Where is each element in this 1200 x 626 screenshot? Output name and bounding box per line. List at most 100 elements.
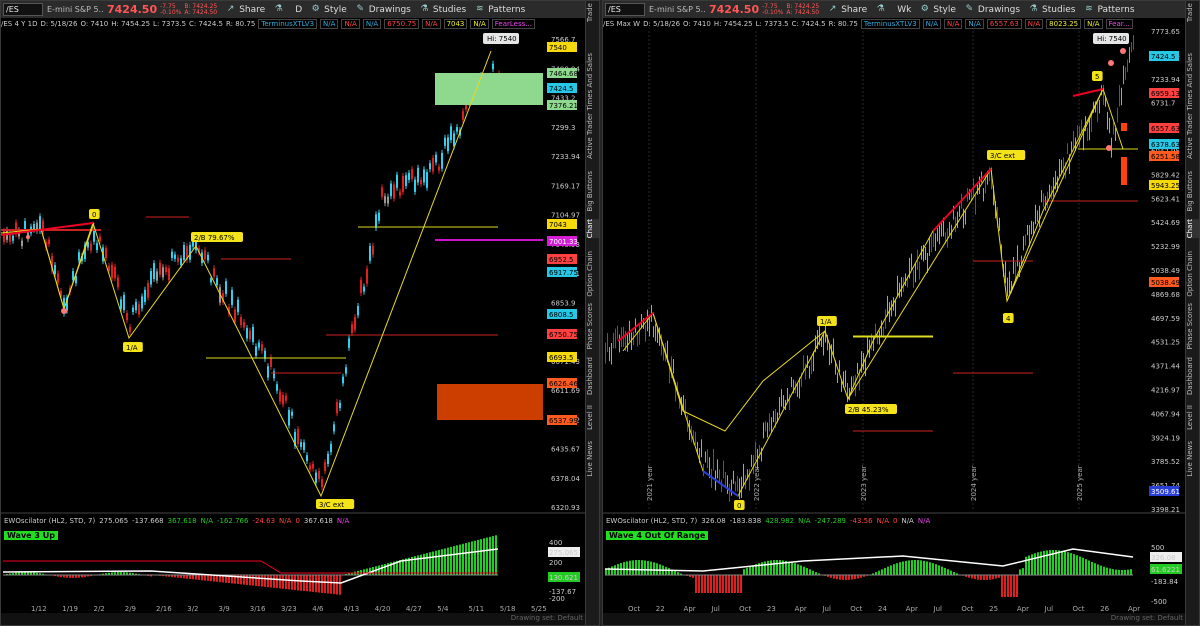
osc-bar	[836, 575, 838, 580]
price-tag-label: 6917.75	[549, 269, 578, 277]
osc-bar	[944, 567, 946, 575]
side-tab-chart[interactable]: Chart	[586, 219, 599, 239]
side-tab-level-ii[interactable]: Level II	[586, 405, 599, 430]
candle	[405, 175, 407, 186]
candle	[955, 219, 956, 230]
osc-bar	[764, 561, 766, 575]
side-tab-big-buttons[interactable]: Big Buttons	[1186, 171, 1199, 212]
osc-bar	[878, 570, 880, 575]
drawing-set-label[interactable]: Drawing set: Default	[511, 614, 583, 622]
time-axis: Oct 22 Apr Jul Oct 23 Apr Jul Oct 24 Apr Jul Oct 25 Ap…	[628, 605, 1140, 613]
candle	[1077, 128, 1078, 135]
osc-value: N/A	[876, 517, 889, 525]
side-tab-live-news[interactable]: Live News	[1186, 441, 1199, 476]
candle	[417, 167, 419, 183]
side-tab-phase-scores[interactable]: Phase Scores	[1186, 303, 1199, 349]
side-tab-live-news[interactable]: Live News	[586, 441, 599, 476]
candle	[1059, 161, 1060, 174]
price-tag-label: 6959.13	[1151, 90, 1180, 98]
price-axis-label: 5623.41	[1151, 195, 1180, 203]
osc-bar	[926, 561, 928, 575]
side-tab-active-trader[interactable]: Active Trader	[586, 113, 599, 159]
candle	[823, 337, 824, 353]
osc-bar	[935, 564, 937, 575]
wave-label: 0	[737, 502, 741, 510]
osc-bar	[851, 575, 853, 580]
candle	[360, 279, 362, 294]
candle	[697, 444, 698, 452]
workspace: E-mini S&P 5... 7424.50 -7.75-0.10% B: 7…	[0, 0, 1200, 626]
price-axis-label: 4697.59	[1151, 315, 1180, 323]
candle	[799, 380, 800, 396]
time-axis-label: Apr	[795, 605, 807, 613]
side-tab-active-trader[interactable]: Active Trader	[1186, 113, 1199, 159]
side-tab-chart[interactable]: Chart	[1186, 219, 1199, 239]
candle	[925, 250, 926, 257]
osc-bar	[1085, 559, 1087, 575]
osc-bar	[1130, 569, 1132, 575]
oscillator-axis: 500 326.08 61.6221 -183.84 -500	[1150, 544, 1182, 606]
price-tag-label: 6537.99	[549, 417, 578, 425]
candle	[1015, 265, 1016, 279]
daily-price-chart[interactable]: 02/B 79.67%1/A3/C ext 7566.77498.947433.…	[1, 1, 587, 626]
zone-marker	[1121, 123, 1127, 131]
osc-bar	[992, 575, 994, 580]
candle	[78, 252, 80, 261]
candle	[336, 401, 338, 414]
osc-bar	[707, 575, 709, 593]
drawing-set-label[interactable]: Drawing set: Default	[1111, 614, 1183, 622]
candle	[1033, 224, 1034, 233]
side-tab-trade[interactable]: Trade	[1186, 3, 1199, 22]
candle	[771, 420, 772, 429]
candle	[773, 413, 774, 420]
candle	[408, 172, 410, 180]
candle	[177, 257, 179, 262]
pivot-dot	[1108, 60, 1114, 66]
osc-bar	[435, 550, 437, 575]
osc-axis-label: 200	[549, 559, 562, 567]
side-tab-option-chain[interactable]: Option Chain	[1186, 251, 1199, 297]
osc-bar	[899, 562, 901, 575]
side-tab-level-ii[interactable]: Level II	[1186, 405, 1199, 430]
osc-bar	[450, 546, 452, 575]
candle	[423, 169, 425, 183]
candle	[171, 251, 173, 259]
side-tab-times-and-sales[interactable]: Times And Sales	[1186, 53, 1199, 111]
candle	[895, 302, 896, 314]
candle	[1087, 130, 1088, 139]
osc-value: N/A	[279, 517, 292, 525]
side-tab-dashboard[interactable]: Dashboard	[1186, 357, 1199, 395]
osc-bar	[249, 575, 251, 586]
candle	[933, 232, 934, 245]
osc-bar	[770, 560, 772, 575]
side-tab-phase-scores[interactable]: Phase Scores	[586, 303, 599, 349]
candle	[777, 415, 778, 420]
side-tab-big-buttons[interactable]: Big Buttons	[586, 171, 599, 212]
candle	[48, 239, 50, 245]
osc-bar	[276, 575, 278, 589]
osc-bar	[644, 560, 646, 575]
candle	[1131, 45, 1132, 50]
wave-label: 5	[1095, 73, 1099, 81]
side-tab-trade[interactable]: Trade	[586, 3, 599, 22]
candle	[303, 442, 305, 450]
osc-bar	[725, 575, 727, 593]
price-axis-label: 3785.52	[1151, 458, 1180, 466]
price-tag-label: 7424.5	[1151, 53, 1176, 61]
side-tab-dashboard[interactable]: Dashboard	[586, 357, 599, 395]
osc-bar	[327, 575, 329, 594]
candle	[213, 268, 215, 277]
red-level-lines	[1, 216, 498, 374]
candle	[695, 434, 696, 442]
candle	[90, 243, 92, 251]
candle	[1099, 103, 1100, 111]
side-tab-option-chain[interactable]: Option Chain	[586, 251, 599, 297]
candle	[637, 334, 638, 344]
osc-bar	[1094, 563, 1096, 575]
candle	[683, 398, 684, 408]
osc-bar	[674, 570, 676, 575]
osc-value: 367.618	[303, 517, 333, 525]
side-tab-times-and-sales[interactable]: Times And Sales	[586, 53, 599, 111]
osc-value: N/A	[917, 517, 931, 525]
candle	[1073, 134, 1074, 146]
